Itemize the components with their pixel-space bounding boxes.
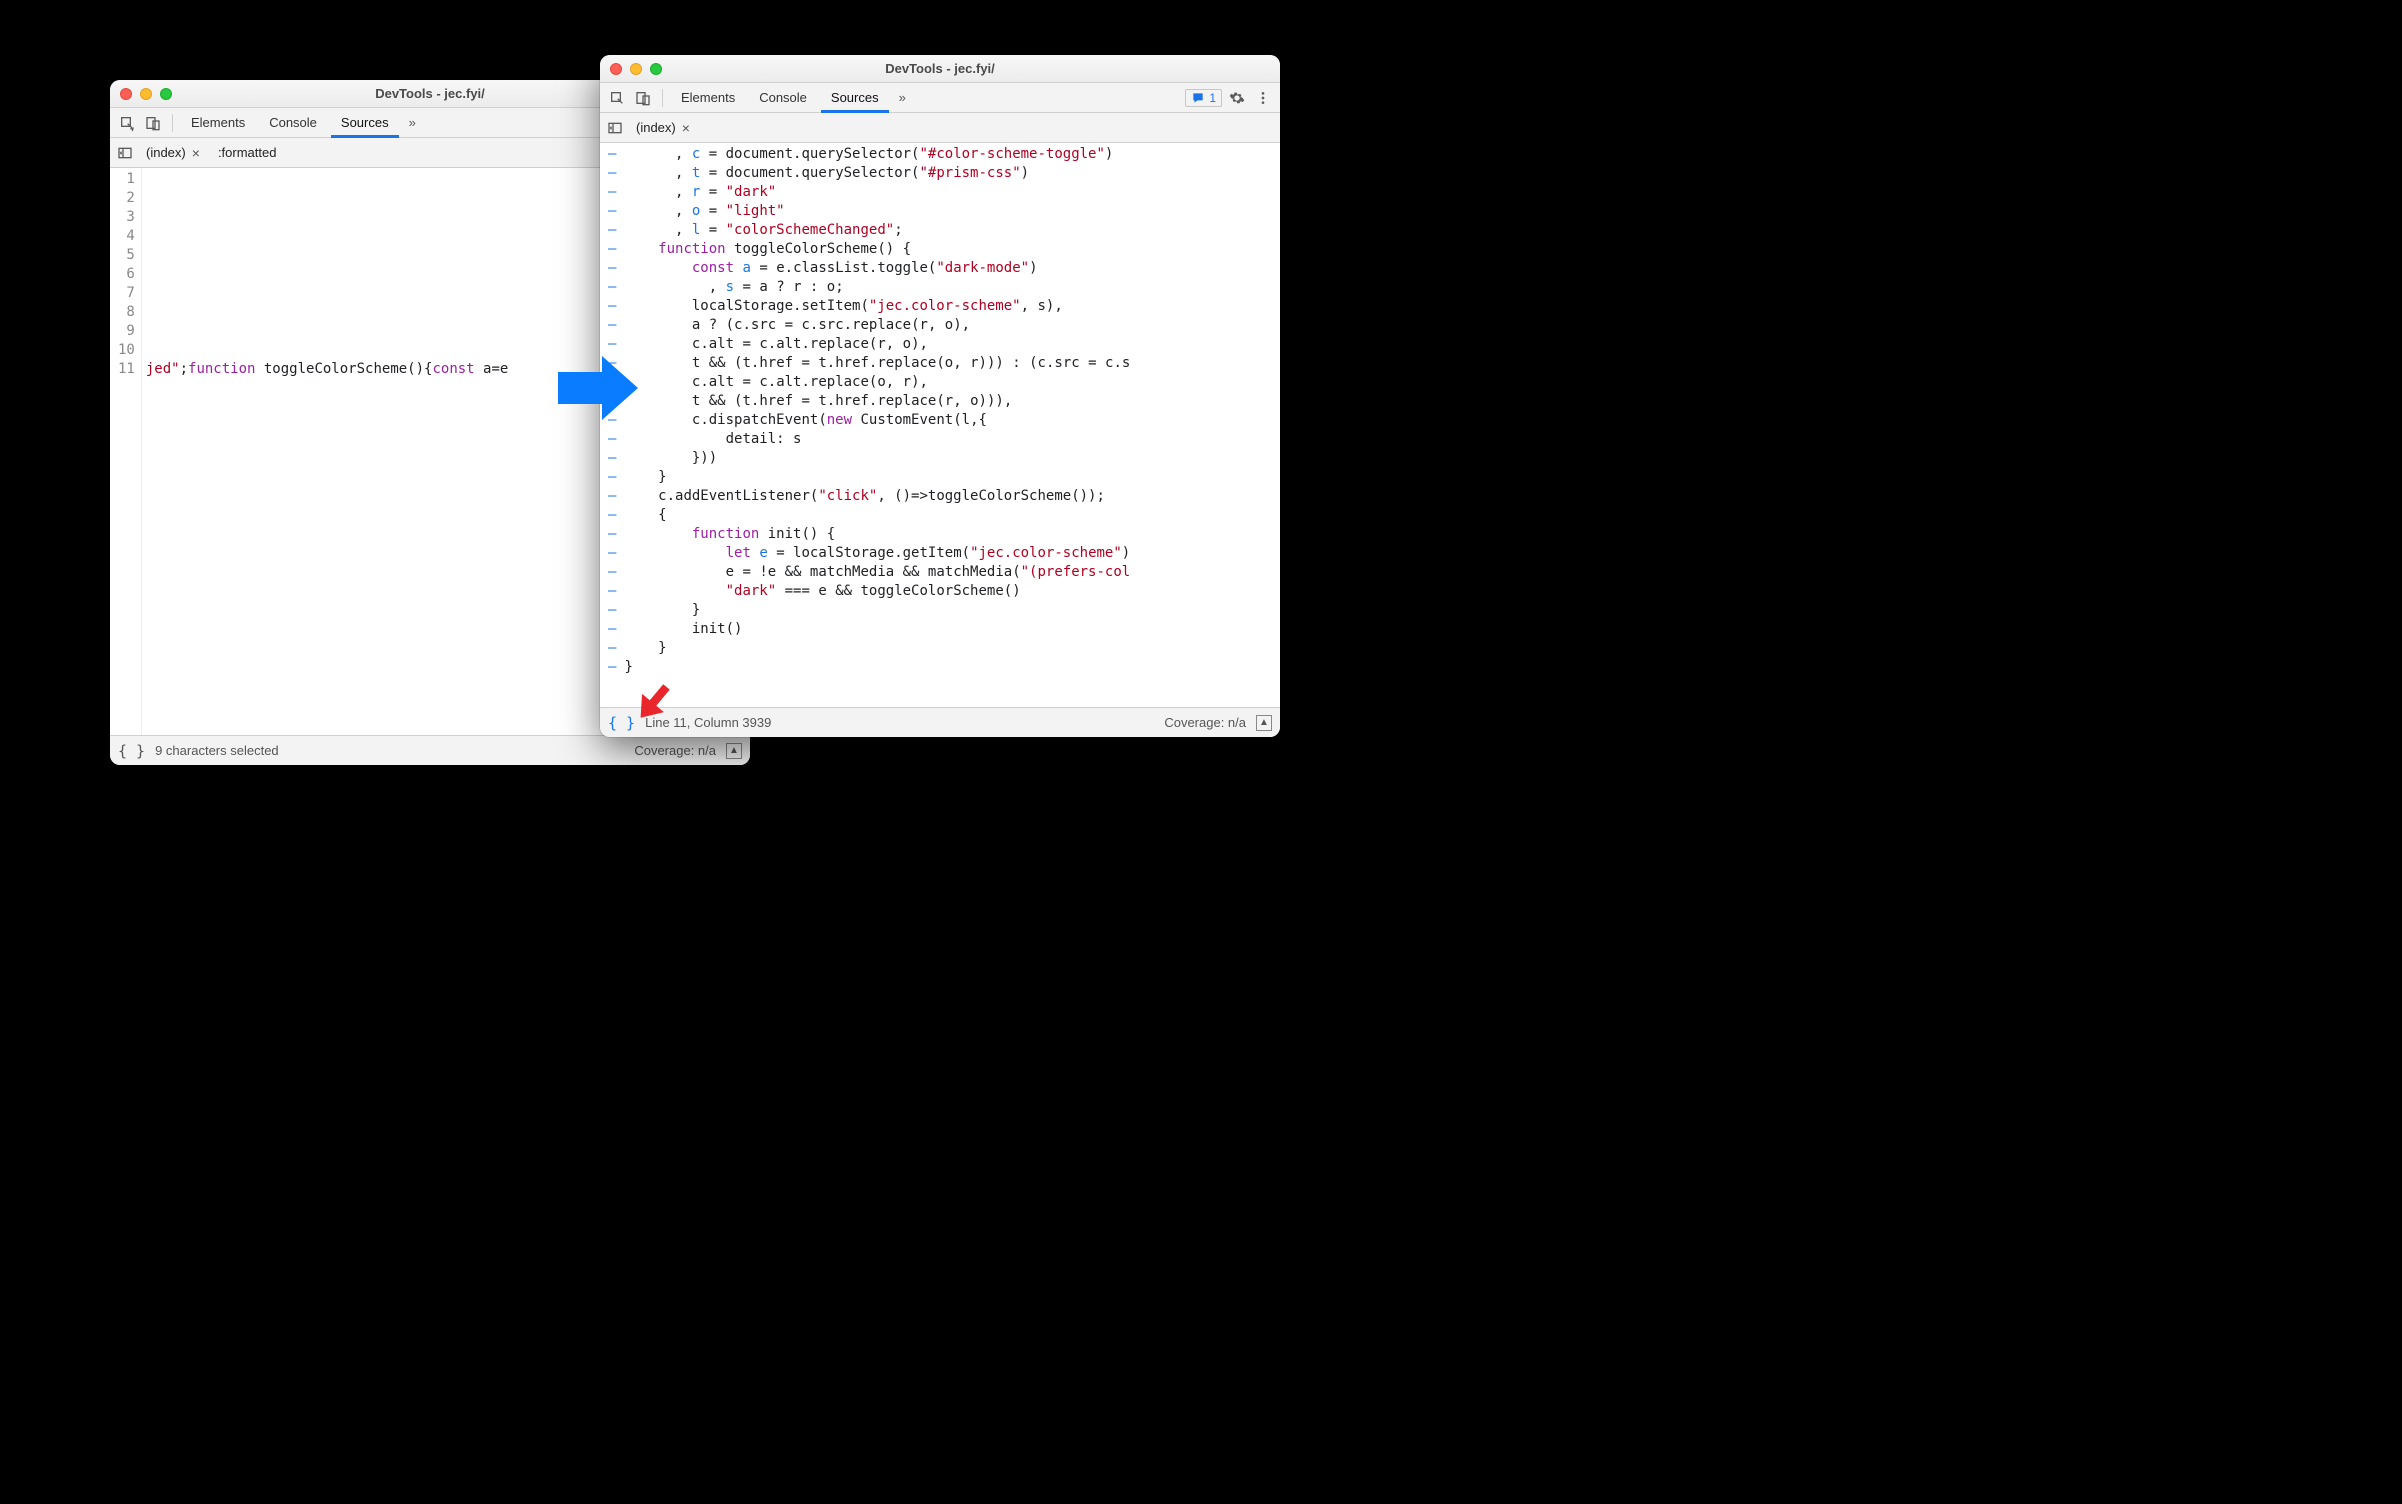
minimize-icon[interactable]: [630, 63, 642, 75]
close-icon[interactable]: [610, 63, 622, 75]
issues-badge[interactable]: 1: [1185, 89, 1222, 107]
code-content[interactable]: , c = document.querySelector("#color-sch…: [620, 143, 1280, 707]
separator: [172, 114, 173, 132]
inspect-icon[interactable]: [116, 112, 138, 134]
code-editor[interactable]: –––––––––––––––––––––––––––– , c = docum…: [600, 143, 1280, 707]
maximize-icon[interactable]: [650, 63, 662, 75]
close-icon[interactable]: [120, 88, 132, 100]
file-tab-index[interactable]: (index) ×: [628, 114, 698, 142]
separator: [662, 89, 663, 107]
show-coverage-icon[interactable]: ▲: [1256, 715, 1272, 731]
more-tabs-icon[interactable]: »: [403, 115, 422, 130]
issues-count: 1: [1209, 91, 1216, 105]
show-coverage-icon[interactable]: ▲: [726, 743, 742, 759]
window-title: DevTools - jec.fyi/: [600, 61, 1280, 76]
main-toolbar: Elements Console Sources » 1: [600, 83, 1280, 113]
statusbar: { } Line 11, Column 3939 Coverage: n/a ▲: [600, 707, 1280, 737]
file-tab-label: :formatted: [218, 145, 277, 160]
inspect-icon[interactable]: [606, 87, 628, 109]
titlebar[interactable]: DevTools - jec.fyi/: [600, 55, 1280, 83]
traffic-lights: [120, 88, 172, 100]
maximize-icon[interactable]: [160, 88, 172, 100]
close-tab-icon[interactable]: ×: [192, 145, 200, 161]
file-tab-formatted[interactable]: :formatted: [210, 139, 285, 167]
devtools-window-right: DevTools - jec.fyi/ Elements Console Sou…: [600, 55, 1280, 737]
tab-elements[interactable]: Elements: [671, 83, 745, 113]
tab-sources[interactable]: Sources: [331, 108, 399, 138]
file-tab-label: (index): [146, 145, 186, 160]
tab-console[interactable]: Console: [749, 83, 817, 113]
tab-console[interactable]: Console: [259, 108, 327, 138]
file-tabbar: (index) ×: [600, 113, 1280, 143]
status-coverage: Coverage: n/a: [634, 743, 716, 758]
annotation-arrow-red: [632, 682, 674, 724]
line-gutter: 1234567891011: [110, 168, 142, 735]
kebab-menu-icon[interactable]: [1252, 87, 1274, 109]
tab-elements[interactable]: Elements: [181, 108, 255, 138]
settings-icon[interactable]: [1226, 87, 1248, 109]
minimize-icon[interactable]: [140, 88, 152, 100]
file-tab-label: (index): [636, 120, 676, 135]
close-tab-icon[interactable]: ×: [682, 120, 690, 136]
device-toolbar-icon[interactable]: [632, 87, 654, 109]
device-toolbar-icon[interactable]: [142, 112, 164, 134]
status-coverage: Coverage: n/a: [1164, 715, 1246, 730]
annotation-arrow-blue: [558, 356, 638, 426]
file-tab-index[interactable]: (index) ×: [138, 139, 208, 167]
traffic-lights: [610, 63, 662, 75]
navigator-toggle-icon[interactable]: [114, 142, 136, 164]
statusbar: { } 9 characters selected Coverage: n/a …: [110, 735, 750, 765]
pretty-print-icon[interactable]: { }: [118, 742, 145, 760]
status-selection: 9 characters selected: [155, 743, 279, 758]
more-tabs-icon[interactable]: »: [893, 90, 912, 105]
tab-sources[interactable]: Sources: [821, 83, 889, 113]
navigator-toggle-icon[interactable]: [604, 117, 626, 139]
